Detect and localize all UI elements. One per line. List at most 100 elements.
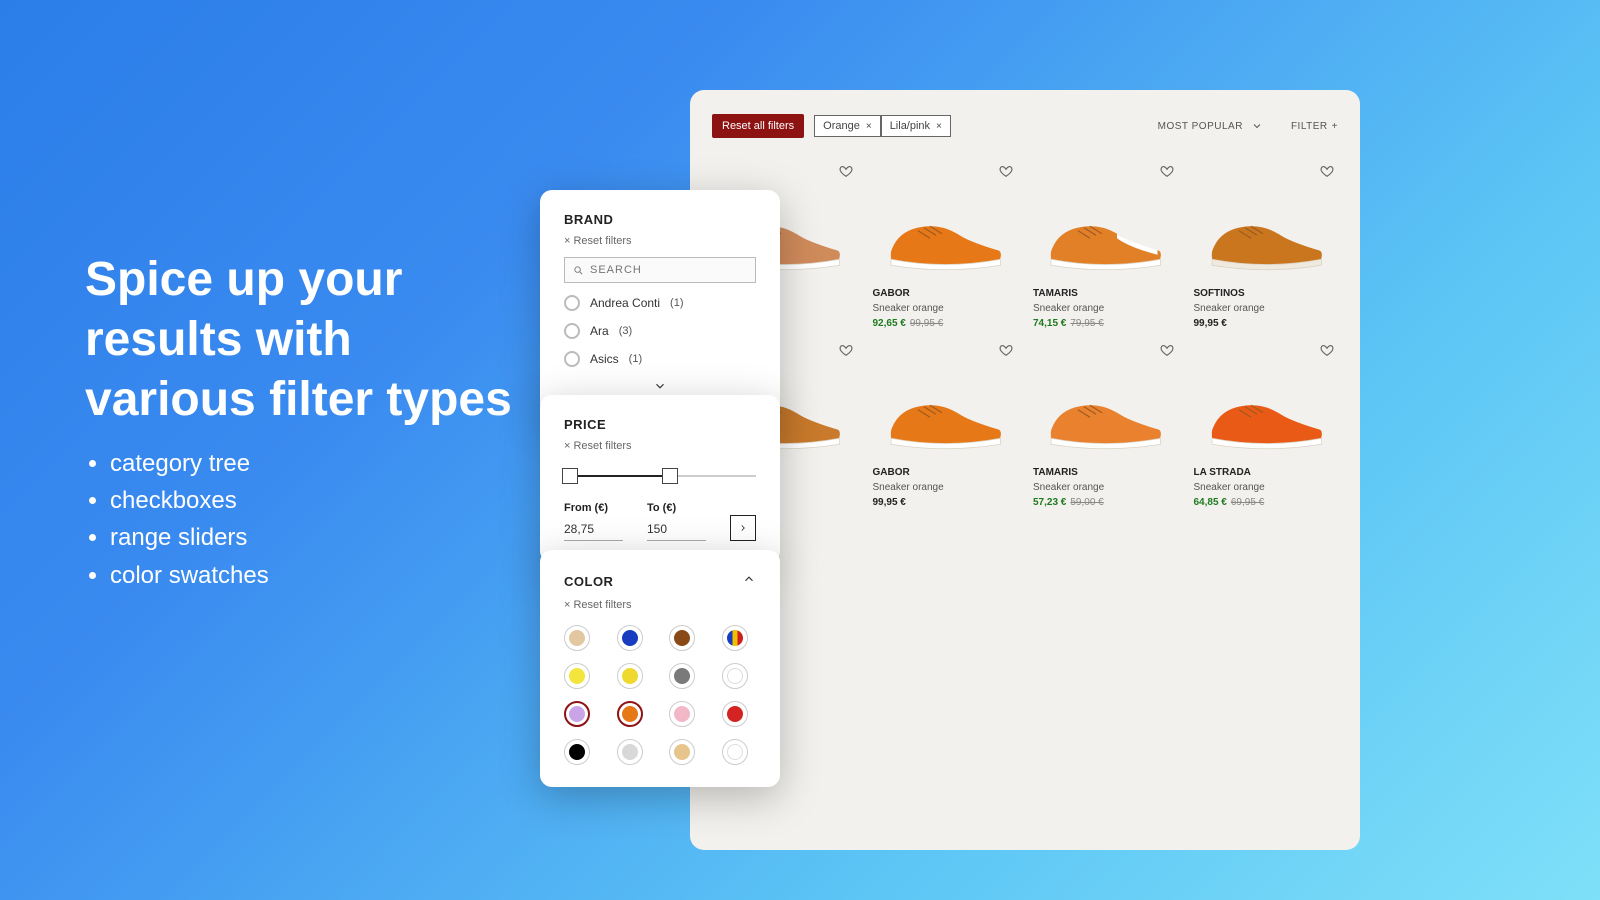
color-filter-panel: COLOR Reset filters: [540, 550, 780, 787]
wishlist-heart-icon[interactable]: [1160, 343, 1174, 357]
wishlist-heart-icon[interactable]: [839, 164, 853, 178]
sort-dropdown[interactable]: MOST POPULAR: [1158, 120, 1263, 132]
product-price: 99,95 €: [873, 497, 1018, 508]
color-swatch-yellow1[interactable]: [564, 663, 590, 689]
product-card[interactable]: GABOR Sneaker orange 92,65 €99,95 €: [873, 160, 1018, 329]
filter-toggle[interactable]: FILTER +: [1291, 121, 1338, 132]
product-card[interactable]: TAMARIS Sneaker orange 57,23 €59,00 €: [1033, 339, 1178, 508]
chevron-up-icon: [742, 572, 756, 586]
product-name: Sneaker orange: [873, 482, 1018, 493]
brand-option-label: Ara: [590, 324, 609, 338]
brand-option[interactable]: Andrea Conti (1): [564, 295, 756, 311]
sort-label: MOST POPULAR: [1158, 121, 1243, 132]
product-price: 57,23 €59,00 €: [1033, 497, 1178, 508]
chevron-down-icon: [653, 379, 667, 393]
color-swatch-brown[interactable]: [669, 625, 695, 651]
reset-all-filters-button[interactable]: Reset all filters: [712, 114, 804, 138]
swatch-dot: [674, 706, 690, 722]
price-to-value[interactable]: 150: [647, 518, 706, 541]
price-panel-title: PRICE: [564, 417, 756, 432]
color-swatch-orange[interactable]: [617, 701, 643, 727]
brand-reset-filters[interactable]: Reset filters: [564, 235, 756, 247]
color-swatch-lightgrey[interactable]: [617, 739, 643, 765]
wishlist-heart-icon[interactable]: [1160, 164, 1174, 178]
color-swatch-tan[interactable]: [669, 739, 695, 765]
product-card[interactable]: TAMARIS Sneaker orange 74,15 €79,95 €: [1033, 160, 1178, 329]
color-swatch-blank[interactable]: [722, 739, 748, 765]
swatch-dot: [674, 630, 690, 646]
price-apply-button[interactable]: [730, 515, 756, 541]
price-slider[interactable]: [564, 466, 756, 486]
price-from-value[interactable]: 28,75: [564, 518, 623, 541]
color-collapse-button[interactable]: [742, 572, 756, 591]
product-name: Sneaker orange: [1033, 303, 1178, 314]
slider-handle-max[interactable]: [662, 468, 678, 484]
color-swatch-white[interactable]: [722, 663, 748, 689]
product-name: Sneaker orange: [1033, 482, 1178, 493]
color-swatch-multi[interactable]: [722, 625, 748, 651]
color-swatch-grey[interactable]: [669, 663, 695, 689]
swatch-dot: [622, 630, 638, 646]
marketing-headline: Spice up your results with various filte…: [85, 250, 512, 430]
product-image: [1033, 160, 1178, 280]
brand-search-box[interactable]: [564, 257, 756, 283]
filter-chip[interactable]: Lila/pink ×: [881, 115, 951, 137]
product-image: [873, 339, 1018, 459]
price-reset-filters[interactable]: Reset filters: [564, 440, 756, 452]
price-filter-panel: PRICE Reset filters From (€) 28,75 To (€…: [540, 395, 780, 563]
swatch-dot: [569, 706, 585, 722]
product-price: 99,95 €: [1194, 318, 1339, 329]
chip-label: Orange: [823, 120, 860, 132]
price-from-label: From (€): [564, 502, 623, 514]
feature-bullets: category treecheckboxesrange sliderscolo…: [110, 445, 269, 594]
wishlist-heart-icon[interactable]: [1320, 164, 1334, 178]
brand-option-label: Asics: [590, 352, 619, 366]
color-swatch-black[interactable]: [564, 739, 590, 765]
color-swatch-beige[interactable]: [564, 625, 590, 651]
brand-panel-title: BRAND: [564, 212, 756, 227]
results-panel: Reset all filters Orange × Lila/pink × MOST…: [690, 90, 1360, 850]
brand-option-label: Andrea Conti: [590, 296, 660, 310]
color-swatch-pink[interactable]: [669, 701, 695, 727]
wishlist-heart-icon[interactable]: [999, 164, 1013, 178]
brand-search-input[interactable]: [590, 264, 747, 276]
product-brand: SOFTINOS: [1194, 288, 1339, 299]
product-card[interactable]: SOFTINOS Sneaker orange 99,95 €: [1194, 160, 1339, 329]
radio-icon: [564, 351, 580, 367]
close-icon: ×: [866, 121, 872, 132]
product-image: [873, 160, 1018, 280]
wishlist-heart-icon[interactable]: [839, 343, 853, 357]
product-card[interactable]: LA STRADA Sneaker orange 64,85 €69,95 €: [1194, 339, 1339, 508]
swatch-dot: [622, 744, 638, 760]
brand-option[interactable]: Ara (3): [564, 323, 756, 339]
color-swatch-red[interactable]: [722, 701, 748, 727]
product-brand: TAMARIS: [1033, 467, 1178, 478]
color-swatch-yellow2[interactable]: [617, 663, 643, 689]
product-price: 74,15 €79,95 €: [1033, 318, 1178, 329]
brand-option[interactable]: Asics (1): [564, 351, 756, 367]
brand-expand-button[interactable]: [564, 379, 756, 393]
brand-filter-panel: BRAND Reset filters Andrea Conti (1) Ara…: [540, 190, 780, 415]
swatch-dot: [569, 630, 585, 646]
swatch-dot: [727, 744, 743, 760]
swatch-dot: [674, 668, 690, 684]
product-image: [1033, 339, 1178, 459]
feature-bullet: range sliders: [110, 519, 269, 556]
filter-chip[interactable]: Orange ×: [814, 115, 881, 137]
color-swatch-lilapink[interactable]: [564, 701, 590, 727]
color-swatch-blue[interactable]: [617, 625, 643, 651]
close-icon: ×: [936, 121, 942, 132]
results-toolbar: Reset all filters Orange × Lila/pink × MOST…: [712, 114, 1338, 138]
color-reset-filters[interactable]: Reset filters: [564, 599, 756, 611]
product-image: [1194, 339, 1339, 459]
swatch-dot: [727, 706, 743, 722]
chip-label: Lila/pink: [890, 120, 930, 132]
wishlist-heart-icon[interactable]: [999, 343, 1013, 357]
radio-icon: [564, 295, 580, 311]
slider-handle-min[interactable]: [562, 468, 578, 484]
feature-bullet: checkboxes: [110, 482, 269, 519]
product-card[interactable]: GABOR Sneaker orange 99,95 €: [873, 339, 1018, 508]
wishlist-heart-icon[interactable]: [1320, 343, 1334, 357]
swatch-dot: [727, 668, 743, 684]
brand-option-count: (3): [619, 325, 632, 337]
